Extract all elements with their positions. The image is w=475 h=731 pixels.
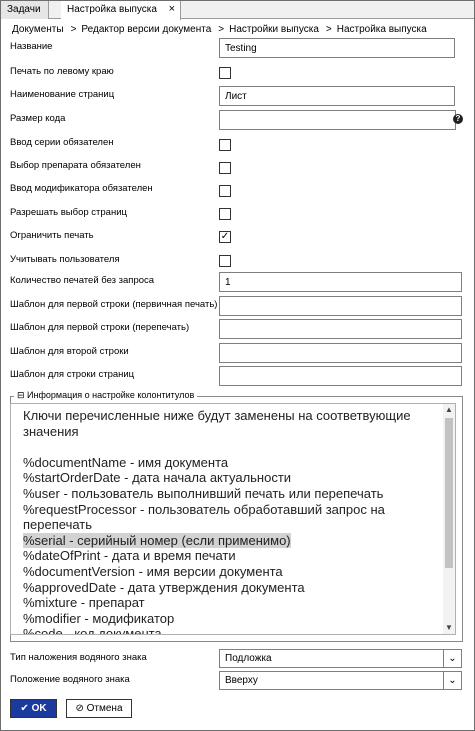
row-watermark-position: Положение водяного знака Вверху ⌄ bbox=[10, 671, 465, 691]
row-print-left: Печать по левому краю bbox=[10, 63, 465, 83]
info-text-after: %dateOfPrint - дата и время печати %docu… bbox=[23, 548, 305, 635]
modifier-required-label: Ввод модификатора обязателен bbox=[10, 183, 153, 194]
code-size-input[interactable] bbox=[219, 110, 456, 130]
tab-release-settings-label: Настройка выпуска bbox=[67, 4, 157, 15]
header-info-legend[interactable]: ⊟ Информация о настройке колонтитулов bbox=[14, 390, 198, 401]
limit-print-label: Ограничить печать bbox=[10, 230, 94, 241]
breadcrumb-current: Настройка выпуска bbox=[336, 24, 427, 35]
cancel-icon: ⊘ bbox=[75, 703, 84, 714]
tab-release-settings[interactable]: Настройка выпуска × bbox=[61, 1, 181, 20]
info-text-highlight: %serial - серийный номер (если применимо… bbox=[23, 532, 291, 548]
limit-print-checkbox[interactable]: ✓ bbox=[219, 231, 231, 243]
row-watermark-type: Тип наложения водяного знака Подложка ⌄ bbox=[10, 649, 465, 669]
watermark-type-value: Подложка bbox=[225, 653, 272, 664]
template-first-label: Шаблон для первой строки (первичная печа… bbox=[10, 299, 218, 310]
breadcrumb-separator: > bbox=[218, 24, 225, 35]
scroll-thumb[interactable] bbox=[445, 418, 453, 568]
name-label: Название bbox=[10, 41, 53, 52]
tab-bar: Задачи Настройка выпуска × bbox=[1, 1, 474, 20]
breadcrumb-documents[interactable]: Документы bbox=[12, 24, 64, 35]
breadcrumb-release-settings[interactable]: Настройки выпуска bbox=[229, 24, 319, 35]
template-first-reprint-label: Шаблон для первой строки (перепечать) bbox=[10, 322, 190, 333]
help-icon[interactable]: ? bbox=[453, 114, 463, 124]
row-pages-name: Наименование страниц Лист bbox=[10, 86, 465, 106]
row-series-required: Ввод серии обязателен bbox=[10, 134, 465, 154]
row-modifier-required: Ввод модификатора обязателен bbox=[10, 180, 465, 200]
row-track-user: Учитывать пользователя bbox=[10, 251, 465, 271]
tab-tasks[interactable]: Задачи bbox=[1, 1, 49, 19]
template-second-input[interactable] bbox=[219, 343, 462, 363]
cancel-button-label: Отмена bbox=[86, 703, 123, 714]
template-first-input[interactable] bbox=[219, 296, 462, 316]
allow-pages-checkbox[interactable] bbox=[219, 208, 231, 220]
row-template-first-reprint: Шаблон для первой строки (перепечать) bbox=[10, 319, 465, 339]
code-size-label: Размер кода bbox=[10, 113, 66, 124]
breadcrumb: Документы > Редактор версии документа > Наст… bbox=[12, 24, 427, 35]
watermark-type-select[interactable]: Подложка ⌄ bbox=[219, 649, 462, 668]
print-left-label: Печать по левому краю bbox=[10, 66, 114, 77]
row-drug-select: Выбор препарата обязателен bbox=[10, 157, 465, 177]
row-name: Название Testing bbox=[10, 38, 465, 58]
name-input[interactable]: Testing bbox=[219, 38, 455, 58]
row-template-pages: Шаблон для строки страниц bbox=[10, 366, 465, 386]
modifier-required-checkbox[interactable] bbox=[219, 185, 231, 197]
chevron-down-icon[interactable]: ⌄ bbox=[443, 650, 461, 667]
template-second-label: Шаблон для второй строки bbox=[10, 346, 129, 357]
template-pages-label: Шаблон для строки страниц bbox=[10, 369, 135, 380]
row-allow-pages: Разрешать выбор страниц bbox=[10, 204, 465, 224]
watermark-type-label: Тип наложения водяного знака bbox=[10, 652, 147, 663]
breadcrumb-separator: > bbox=[70, 24, 77, 35]
track-user-checkbox[interactable] bbox=[219, 255, 231, 267]
close-icon[interactable]: × bbox=[169, 1, 175, 18]
track-user-label: Учитывать пользователя bbox=[10, 254, 120, 265]
textarea-scrollbar[interactable]: ▲ ▼ bbox=[443, 404, 455, 634]
series-required-label: Ввод серии обязателен bbox=[10, 137, 114, 148]
cancel-button[interactable]: ⊘ Отмена bbox=[66, 699, 132, 718]
scroll-up-icon[interactable]: ▲ bbox=[443, 404, 455, 416]
watermark-position-value: Вверху bbox=[225, 675, 258, 686]
row-prints-count: Количество печатей без запроса 1 bbox=[10, 272, 465, 292]
pages-name-label: Наименование страниц bbox=[10, 89, 115, 100]
template-first-reprint-input[interactable] bbox=[219, 319, 462, 339]
row-template-first: Шаблон для первой строки (первичная печа… bbox=[10, 296, 465, 316]
ok-button-label: OK bbox=[31, 703, 47, 714]
watermark-position-select[interactable]: Вверху ⌄ bbox=[219, 671, 462, 690]
prints-count-input[interactable]: 1 bbox=[219, 272, 462, 292]
series-required-checkbox[interactable] bbox=[219, 139, 231, 151]
pages-name-input[interactable]: Лист bbox=[219, 86, 455, 106]
allow-pages-label: Разрешать выбор страниц bbox=[10, 207, 127, 218]
scroll-down-icon[interactable]: ▼ bbox=[443, 622, 455, 634]
watermark-position-label: Положение водяного знака bbox=[10, 674, 130, 685]
chevron-down-icon[interactable]: ⌄ bbox=[443, 672, 461, 689]
info-text-before: Ключи перечисленные ниже будут заменены … bbox=[23, 408, 411, 533]
row-code-size: Размер кода ? bbox=[10, 110, 465, 130]
check-icon: ✔ bbox=[20, 703, 29, 714]
print-left-checkbox[interactable] bbox=[219, 67, 231, 79]
ok-button[interactable]: ✔ OK bbox=[10, 699, 57, 718]
row-template-second: Шаблон для второй строки bbox=[10, 343, 465, 363]
header-info-text: Ключи перечисленные ниже будут заменены … bbox=[23, 408, 433, 635]
row-limit-print: Ограничить печать ✓ bbox=[10, 227, 465, 247]
drug-select-label: Выбор препарата обязателен bbox=[10, 160, 141, 171]
prints-count-label: Количество печатей без запроса bbox=[10, 275, 155, 286]
breadcrumb-version-editor[interactable]: Редактор версии документа bbox=[81, 24, 211, 35]
template-pages-input[interactable] bbox=[219, 366, 462, 386]
breadcrumb-separator: > bbox=[325, 24, 332, 35]
header-info-textarea[interactable]: Ключи перечисленные ниже будут заменены … bbox=[10, 403, 456, 635]
drug-select-checkbox[interactable] bbox=[219, 162, 231, 174]
tab-tasks-label: Задачи bbox=[7, 4, 41, 15]
